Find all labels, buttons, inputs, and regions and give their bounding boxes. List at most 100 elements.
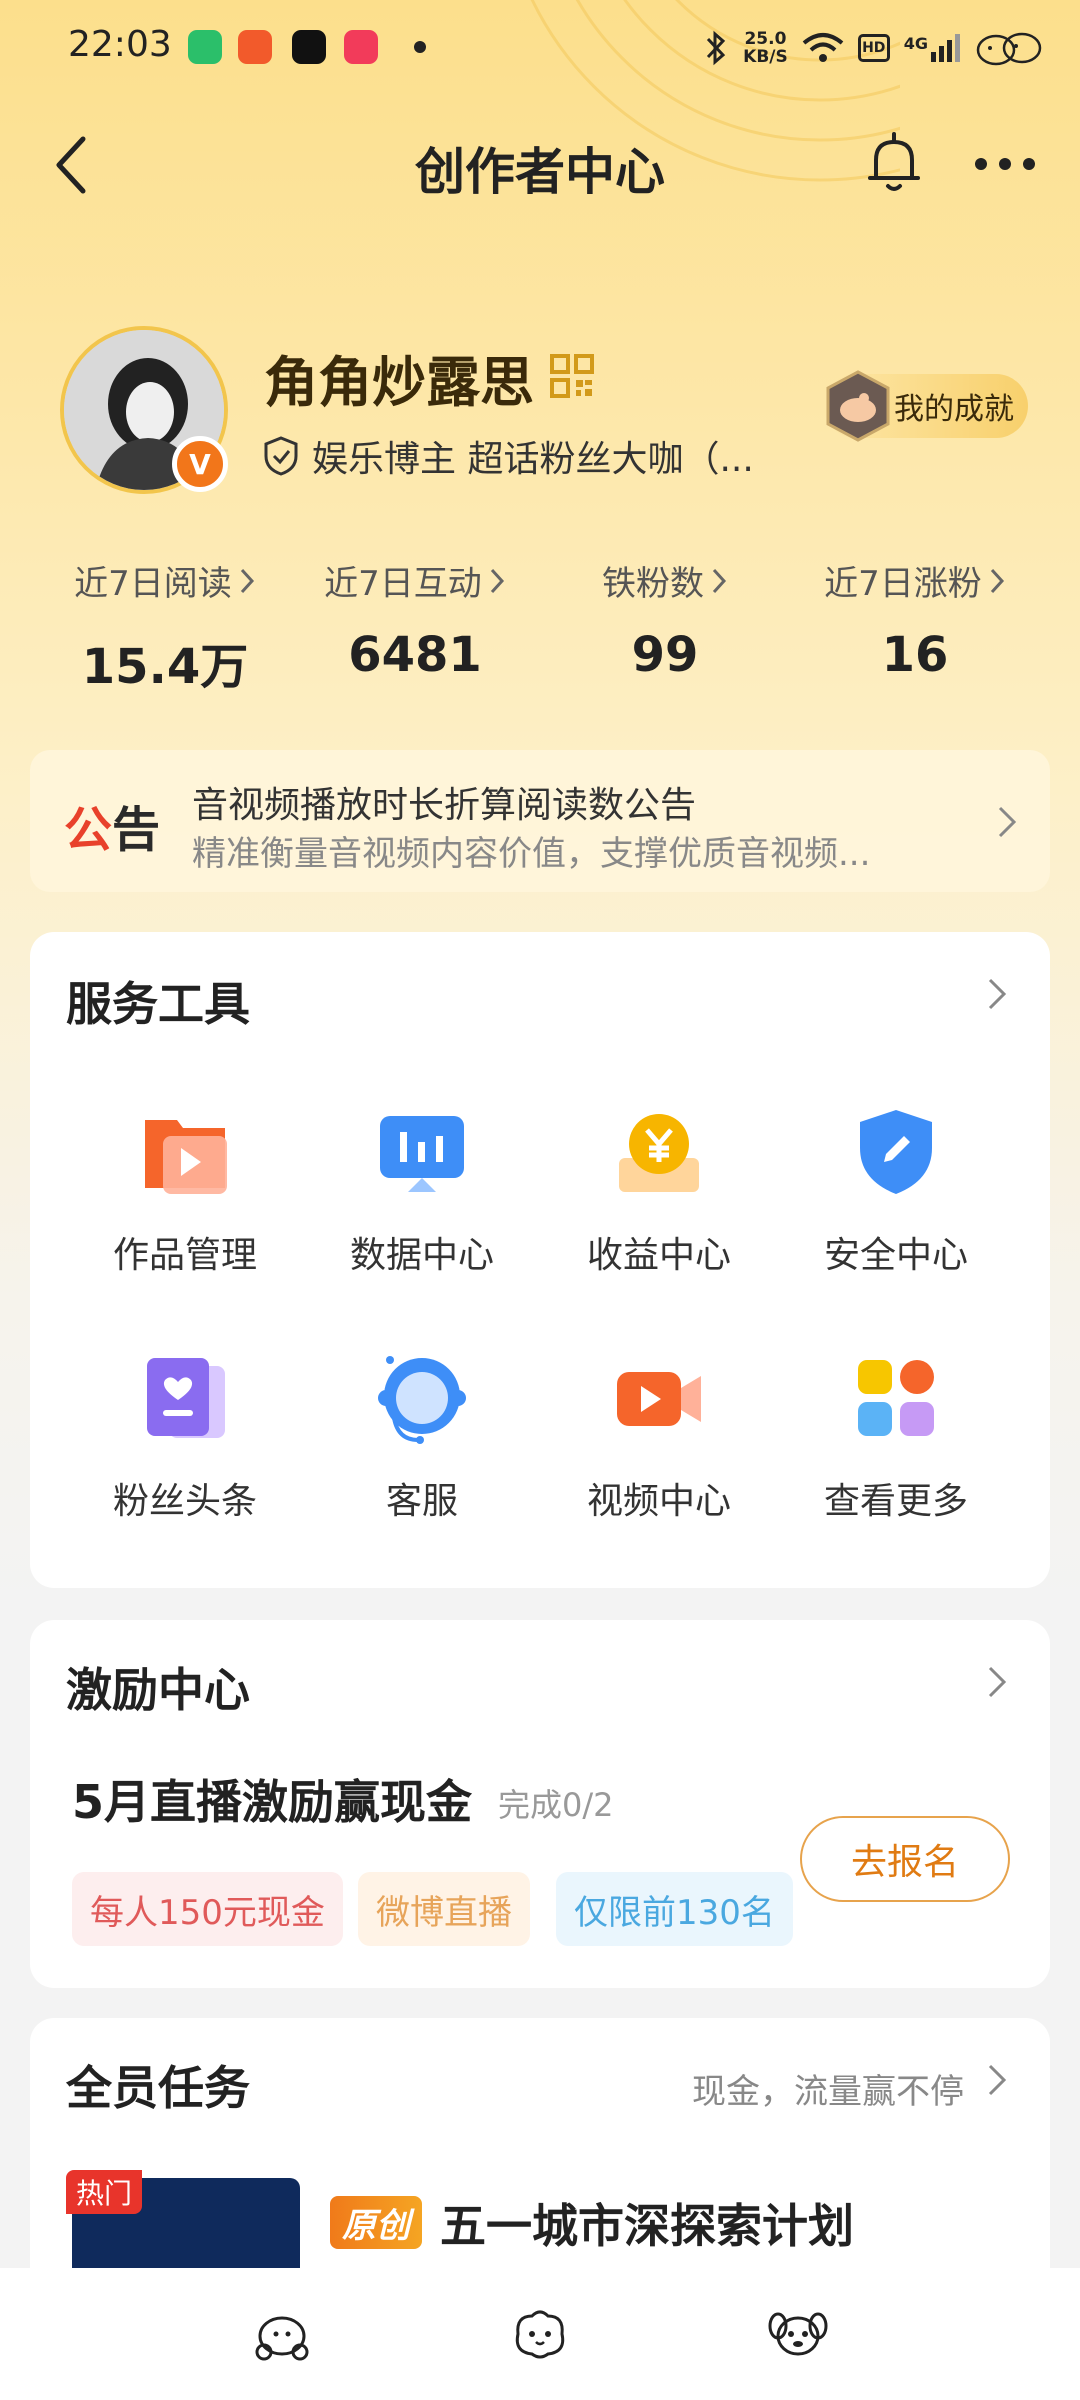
status-mascot-icon — [976, 32, 1042, 66]
stat-label: 近7日阅读 — [74, 564, 232, 604]
notice-tag-part1: 公 — [64, 802, 113, 858]
tiktok-icon — [292, 30, 326, 64]
stat-reads[interactable]: 近7日阅读 15.4万 — [40, 556, 290, 697]
mascot-tab-icon-1[interactable] — [250, 2304, 314, 2364]
stat-value: 16 — [881, 627, 949, 683]
shopping-app-icon — [238, 30, 272, 64]
tool-works-management[interactable]: 作品管理 — [70, 1102, 300, 1278]
campaign-title: 5月直播激励赢现金 — [72, 1775, 473, 1829]
qr-code-icon[interactable] — [548, 352, 596, 400]
chevron-right-icon[interactable] — [982, 1662, 1012, 1702]
chevron-right-icon — [712, 568, 727, 593]
tool-video-center[interactable]: 视频中心 — [544, 1348, 774, 1524]
stat-iron-fans[interactable]: 铁粉数 99 — [540, 556, 790, 683]
chevron-right-icon — [998, 806, 1017, 838]
hot-badge: 热门 — [66, 2170, 143, 2214]
tool-customer-service[interactable]: 客服 — [307, 1348, 537, 1524]
stat-value: 15.4万 — [81, 639, 249, 695]
shield-icon — [860, 1110, 932, 1194]
notice-subtitle: 精准衡量音视频内容价值，支撑优质音视频... — [192, 834, 871, 874]
more-dot — [975, 158, 987, 170]
tool-label: 数据中心 — [349, 1235, 494, 1276]
tag-weibo-live: 微博直播 — [358, 1872, 530, 1946]
incentive-title: 激励中心 — [66, 1663, 250, 1717]
video-camera-icon — [617, 1372, 701, 1426]
notification-dot — [414, 41, 426, 53]
tool-label: 粉丝头条 — [112, 1481, 257, 1522]
tasks-title: 全员任务 — [66, 2061, 250, 2115]
chevron-right-icon — [240, 568, 254, 593]
notice-title: 音视频播放时长折算阅读数公告 — [192, 785, 697, 826]
tool-label: 作品管理 — [112, 1235, 257, 1276]
music-app-icon — [344, 30, 378, 64]
verification-line[interactable]: 娱乐博主 超话粉丝大咖（... — [262, 430, 802, 482]
grid-more-icon — [858, 1360, 934, 1436]
chevron-right-icon[interactable] — [982, 2060, 1012, 2100]
bell-icon[interactable] — [858, 128, 930, 200]
tool-label: 收益中心 — [586, 1235, 731, 1276]
tool-see-more[interactable]: 查看更多 — [781, 1348, 1011, 1524]
tool-data-center[interactable]: 数据中心 — [307, 1102, 537, 1278]
chevron-right-icon — [490, 568, 504, 593]
signal-icon: 4G — [904, 34, 960, 62]
notice-tag-part2: 告 — [112, 802, 161, 858]
bottom-nav-bar — [0, 2268, 1080, 2400]
works-folder-icon — [145, 1120, 227, 1194]
net-speed-unit: KB/S — [743, 47, 788, 67]
yuan-coin-icon — [619, 1114, 699, 1192]
service-tools-card: 服务工具 作品管理 数据中心 收益中心 安全中心 粉丝头条 客服 视频中心 查看… — [30, 932, 1050, 1588]
fan-heart-card-icon — [147, 1358, 225, 1438]
campaign-progress: 完成0/2 — [498, 1786, 614, 1824]
tool-label: 视频中心 — [586, 1481, 731, 1522]
data-monitor-icon — [380, 1116, 464, 1192]
username: 角角炒露思 — [264, 351, 534, 414]
stat-value: 6481 — [348, 627, 482, 683]
chevron-right-icon[interactable] — [982, 974, 1012, 1014]
tool-label: 安全中心 — [823, 1235, 968, 1276]
notice-tag: 公告 — [64, 790, 160, 860]
tool-fan-headlines[interactable]: 粉丝头条 — [70, 1348, 300, 1524]
hd-badge: HD — [857, 34, 890, 62]
service-tools-title: 服务工具 — [66, 977, 250, 1031]
chevron-right-icon — [990, 568, 1004, 593]
stat-interactions[interactable]: 近7日互动 6481 — [290, 556, 540, 683]
original-badge: 原创 — [330, 2196, 422, 2249]
achievement-button[interactable]: 我的成就 — [824, 370, 1028, 442]
stat-new-fans[interactable]: 近7日涨粉 16 — [790, 556, 1040, 683]
verification-text: 娱乐博主 超话粉丝大咖（... — [312, 439, 754, 480]
net-speed: 25.0 KB/S — [743, 30, 788, 66]
tool-revenue-center[interactable]: 收益中心 — [544, 1102, 774, 1278]
bluetooth-icon — [707, 30, 726, 66]
headset-icon — [378, 1356, 466, 1444]
tag-limit: 仅限前130名 — [556, 1872, 793, 1946]
notice-banner[interactable]: 公告 音视频播放时长折算阅读数公告 精准衡量音视频内容价值，支撑优质音视频... — [30, 750, 1050, 892]
stats-row: 近7日阅读 15.4万 近7日互动 6481 铁粉数 99 近7日涨粉 16 — [0, 556, 1080, 696]
tasks-subtitle[interactable]: 现金，流量赢不停 — [692, 2064, 964, 2113]
net-speed-value: 25.0 — [744, 29, 787, 49]
mascot-tab-icon-2[interactable] — [508, 2304, 572, 2364]
battery-saver-icon — [188, 30, 222, 64]
status-bar: 22:03 25.0 KB/S HD 4G — [0, 0, 1080, 96]
more-dot — [1023, 158, 1035, 170]
incentive-card: 激励中心 5月直播激励赢现金 完成0/2 每人150元现金 微博直播 仅限前13… — [30, 1620, 1050, 1988]
more-button[interactable] — [960, 128, 1050, 200]
tool-label: 查看更多 — [823, 1481, 968, 1522]
mascot-tab-icon-3[interactable] — [766, 2304, 830, 2364]
network-type: 4G — [903, 34, 928, 53]
tool-label: 客服 — [385, 1481, 458, 1522]
status-time: 22:03 — [68, 24, 172, 65]
verified-badge: V — [172, 436, 228, 492]
stat-label: 近7日涨粉 — [824, 564, 982, 604]
tool-security-center[interactable]: 安全中心 — [781, 1102, 1011, 1278]
top-nav: 创作者中心 — [0, 120, 1080, 210]
achievement-hexagon-icon — [826, 370, 890, 442]
achievement-label: 我的成就 — [894, 392, 1014, 427]
status-right-group: 25.0 KB/S HD 4G — [703, 22, 1044, 74]
shield-check-icon — [264, 436, 298, 476]
stat-label: 近7日互动 — [324, 564, 482, 604]
more-dot — [999, 158, 1011, 170]
task-title[interactable]: 五一城市深探索计划 — [440, 2190, 854, 2256]
signup-button[interactable]: 去报名 — [800, 1816, 1010, 1902]
wifi-icon — [802, 33, 844, 62]
stat-label: 铁粉数 — [602, 564, 704, 604]
